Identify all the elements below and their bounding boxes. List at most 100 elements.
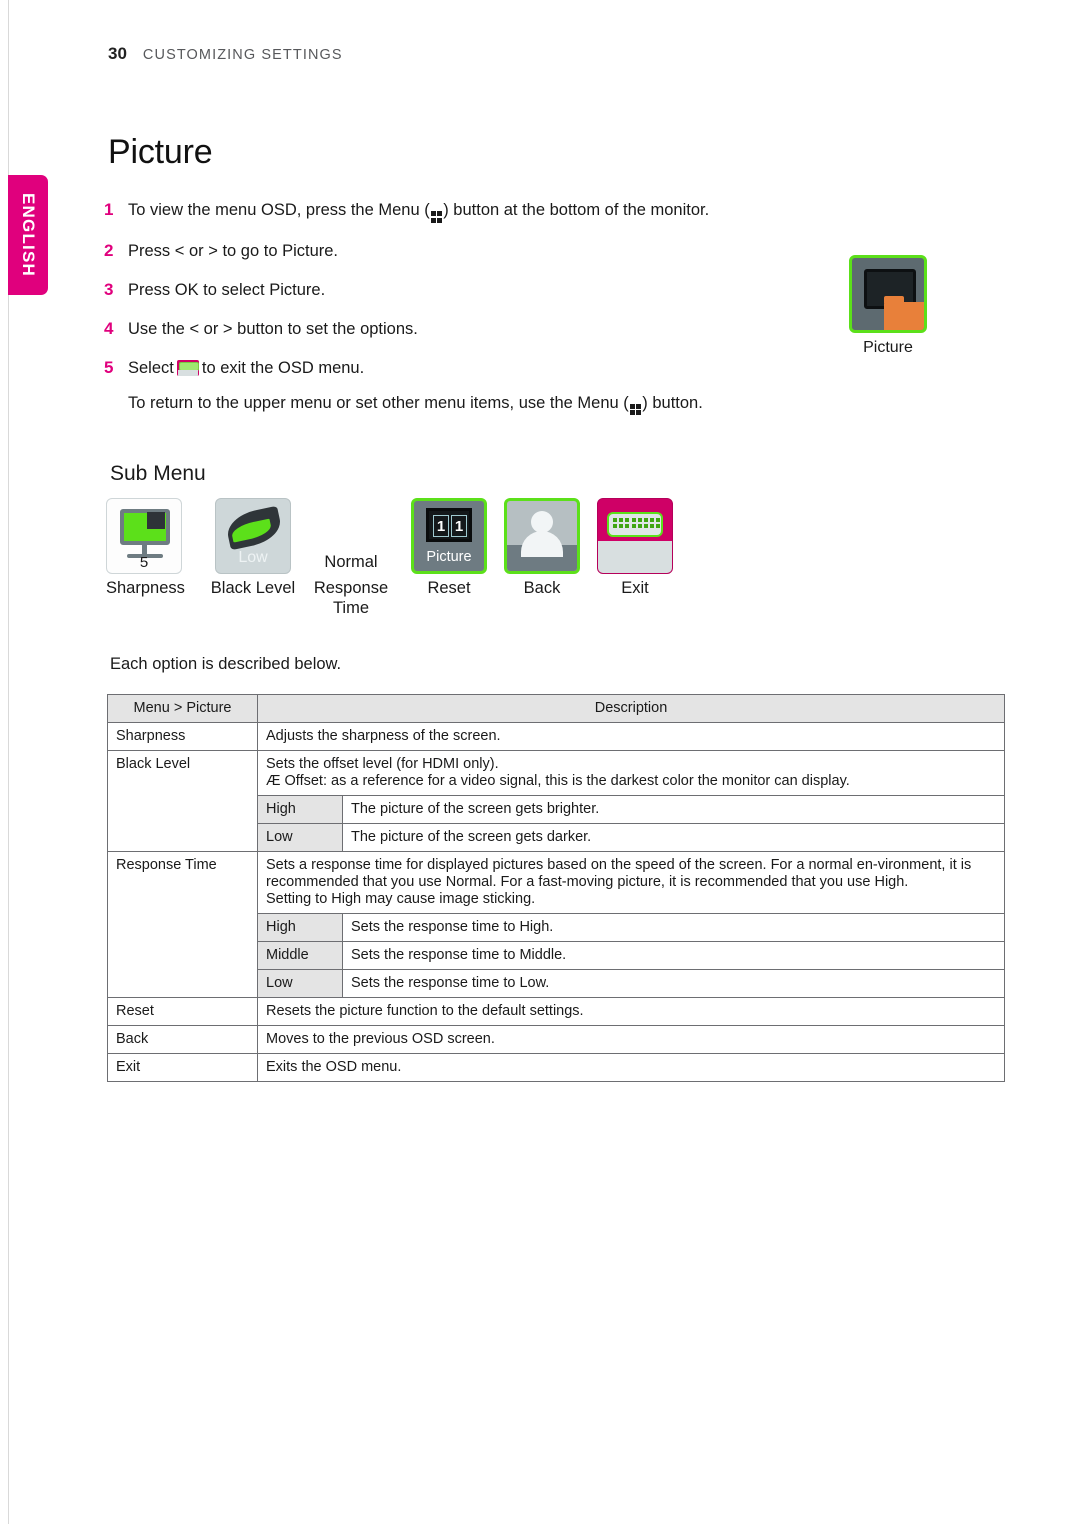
page-header: 30 CUSTOMIZING SETTINGS [108,44,343,64]
step-number: 1 [104,200,114,219]
row-desc-sharpness: Adjusts the sharpness of the screen. [257,722,1005,751]
step-number: 2 [104,240,114,260]
response-time-value: Normal [324,553,378,571]
monitor-dark-block [147,512,165,529]
instruction-steps: 1 To view the menu OSD, press the Menu (… [104,199,864,415]
submenu-item-back[interactable]: Back [493,498,591,598]
step-text: Use the < or > button to set the options… [128,319,418,338]
row-desc-response-time: Sets a response time for displayed pictu… [257,851,1005,914]
person-body-shape [521,531,563,557]
row-name-sharpness: Sharpness [107,722,258,751]
reset-caption: Picture [426,549,472,565]
desc-line: Sets a response time for displayed pictu… [266,857,972,890]
step-5: 5 Select to exit the OSD menu. [104,357,864,379]
picture-menu-label: Picture [863,339,913,356]
submenu-heading: Sub Menu [110,462,206,485]
table-row: Reset Resets the picture function to the… [107,997,1005,1026]
options-table: Menu > Picture Description Sharpness Adj… [107,694,1005,1082]
person-head-shape [531,511,553,533]
step-note-before: To return to the upper menu or set other… [128,393,629,412]
submenu-item-response-time[interactable]: Normal Response Time [302,498,400,618]
table-row: Exit Exits the OSD menu. [107,1053,1005,1082]
picture-menu-icon [849,255,927,333]
row-desc-back: Moves to the previous OSD screen. [257,1025,1005,1054]
submenu-label-sharpness: Sharpness [106,579,185,597]
step-1: 1 To view the menu OSD, press the Menu (… [104,199,864,223]
running-title: CUSTOMIZING SETTINGS [142,47,343,63]
submenu-label-response-time-line2: Time [332,599,370,617]
row-name-reset: Reset [107,997,258,1026]
row-name-black-level: Black Level [107,750,258,852]
leaf-shape [224,505,284,551]
table-row: Sharpness Adjusts the sharpness of the s… [107,722,1005,751]
submenu-label-response-time-line1: Response [313,579,389,597]
exit-connector-shape [607,512,663,537]
row-desc-exit: Exits the OSD menu. [257,1053,1005,1082]
page-title: Picture [108,133,213,171]
step-text: Press OK to select Picture. [128,280,326,299]
step-text-before: To view the menu OSD, press the Menu ( [128,201,430,219]
step-3: 3 Press OK to select Picture. [104,279,864,301]
sub-option-name: High [257,913,343,942]
step-text: To view the menu OSD, press the Menu ( ) … [128,199,709,223]
exit-icon [176,359,199,376]
sub-option-desc: The picture of the screen gets darker. [342,823,1005,852]
submenu-item-exit[interactable]: Exit [586,498,684,598]
menu-grid-icon [430,211,443,223]
desc-line: Setting to High may cause image sticking… [266,891,536,907]
sharpness-value: 5 [139,554,149,571]
sub-option-name: High [257,795,343,824]
submenu-label-black-level: Black Level [210,579,296,597]
response-time-value-area: Normal [313,498,389,574]
step-note-after: ) button. [642,393,703,412]
reset-panel-icon: 1 1 Picture [411,498,487,574]
sub-option-desc: The picture of the screen gets brighter. [342,795,1005,824]
menu-grid-icon [629,403,642,415]
step-number: 4 [104,318,114,338]
monitor-sharpness-icon: 5 [106,498,182,574]
table-intro-text: Each option is described below. [110,655,342,673]
table-row: Back Moves to the previous OSD screen. [107,1025,1005,1054]
reset-digit-right: 1 [451,515,467,537]
submenu-item-sharpness[interactable]: 5 Sharpness [106,498,185,598]
sub-option-desc: Sets the response time to Middle. [342,941,1005,970]
desc-line: Æ Offset: as a reference for a video sig… [266,773,850,789]
step-text-after: to exit the OSD menu. [201,358,365,377]
row-desc-reset: Resets the picture function to the defau… [257,997,1005,1026]
person-back-icon [504,498,580,574]
submenu-label-exit: Exit [621,579,649,597]
step-text-before: Select [128,358,174,377]
language-tab-english: ENGLISH [8,175,48,295]
step-text-after: ) button at the bottom of the monitor. [443,201,710,219]
leaf-black-level-icon: Low [215,498,291,574]
page-number: 30 [108,44,127,63]
desc-line: Sets the offset level (for HDMI only). [266,756,499,772]
reset-panel-shape: 1 1 [426,508,472,542]
black-level-value: Low [238,549,268,566]
step-text: Press < or > to go to Picture. [128,241,339,260]
language-tab-label: ENGLISH [19,193,38,277]
picture-menu-card: Picture [838,255,938,357]
sub-option-name: Low [257,823,343,852]
sub-option-desc: Sets the response time to High. [342,913,1005,942]
submenu-item-black-level[interactable]: Low Black Level [204,498,302,598]
table-header-row: Menu > Picture Description [107,694,1005,723]
submenu-icon-row: 5 Sharpness Low Black Level Normal Respo… [100,498,700,628]
step-number: 3 [104,279,114,299]
submenu-item-reset[interactable]: 1 1 Picture Reset [400,498,498,598]
row-name-exit: Exit [107,1053,258,1082]
sub-option-name: Middle [257,941,343,970]
step-text: Select to exit the OSD menu. [128,357,364,379]
reset-digit-left: 1 [433,515,449,537]
step-note: To return to the upper menu or set other… [128,392,864,415]
row-desc-black-level: Sets the offset level (for HDMI only). Æ… [257,750,1005,796]
step-number: 5 [104,357,114,377]
exit-tray-shape [598,541,672,573]
connector-pins [613,518,661,529]
sub-option-desc: Sets the response time to Low. [342,969,1005,998]
folder-icon [884,296,924,330]
row-name-back: Back [107,1025,258,1054]
table-row: Response Time Sets a response time for d… [107,851,1005,998]
step-2: 2 Press < or > to go to Picture. [104,240,864,262]
header-menu-picture: Menu > Picture [107,694,258,723]
